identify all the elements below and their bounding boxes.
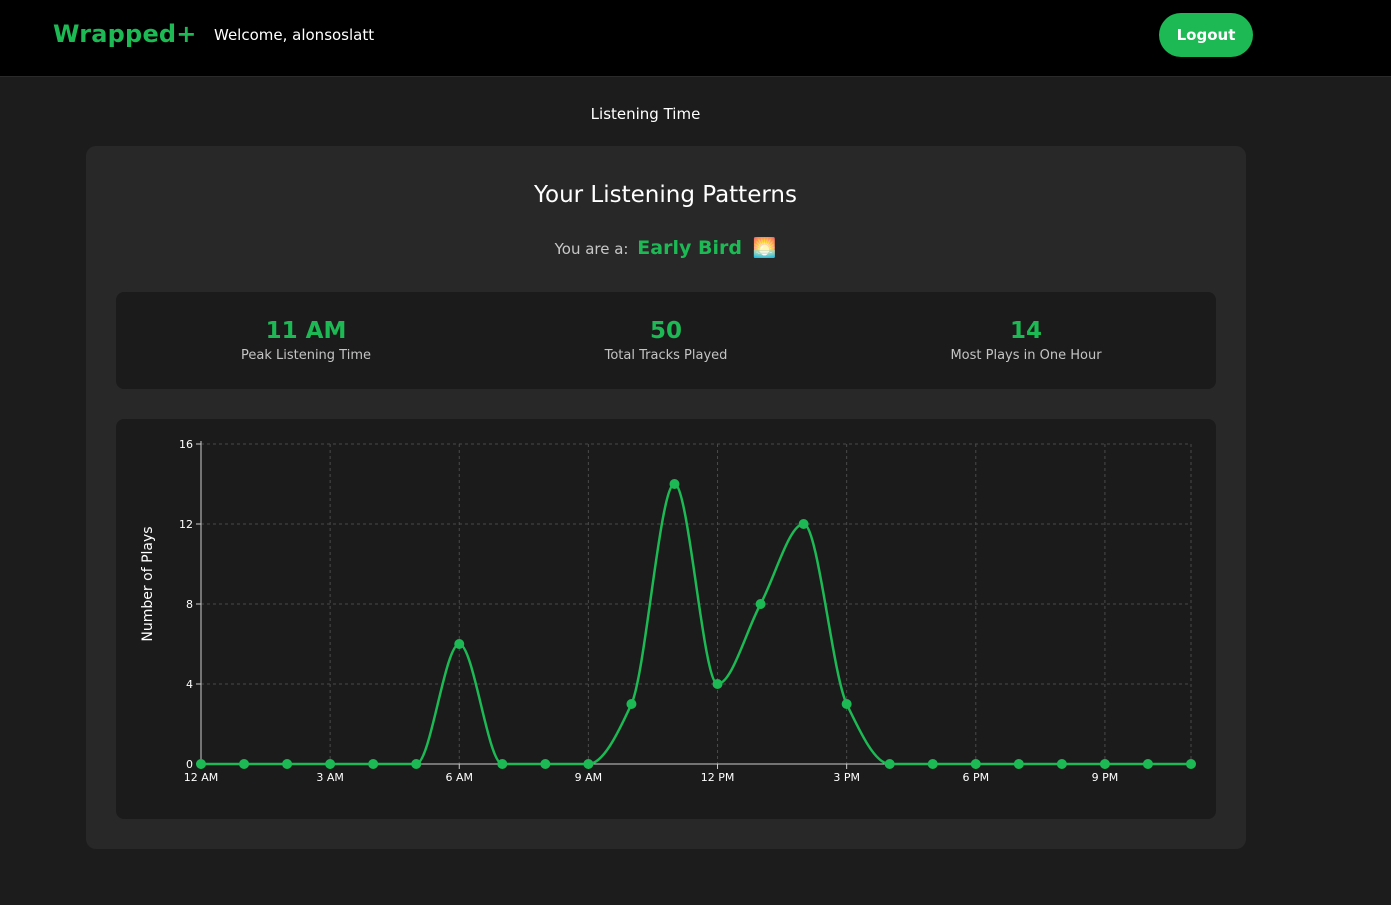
- stat-value: 14: [1009, 318, 1042, 344]
- data-point: [282, 759, 293, 769]
- data-point: [841, 699, 852, 709]
- y-axis-label: Number of Plays: [140, 526, 156, 641]
- x-tick-label: 12 AM: [184, 771, 219, 784]
- persona-type: Early Bird: [637, 237, 742, 259]
- x-tick-label: 9 PM: [1092, 771, 1119, 784]
- logout-button[interactable]: Logout: [1159, 13, 1253, 57]
- app-logo[interactable]: Wrapped+: [53, 20, 197, 48]
- top-nav-bar: Wrapped+ Welcome, alonsoslatt Logout: [0, 0, 1391, 77]
- y-tick-label: 8: [186, 598, 193, 611]
- data-point: [368, 759, 379, 769]
- data-point: [325, 759, 336, 769]
- stat-label: Total Tracks Played: [604, 348, 728, 363]
- stat-label: Most Plays in One Hour: [950, 348, 1102, 363]
- data-point: [798, 519, 809, 529]
- welcome-text: Welcome, alonsoslatt: [214, 26, 375, 44]
- data-point: [1056, 759, 1067, 769]
- x-tick-label: 12 PM: [701, 771, 735, 784]
- x-tick-label: 9 AM: [575, 771, 603, 784]
- data-point: [583, 759, 594, 769]
- data-point: [669, 479, 680, 489]
- stat-peak-time: 11 AM Peak Listening Time: [126, 316, 486, 363]
- data-point: [884, 759, 895, 769]
- stat-label: Peak Listening Time: [240, 348, 371, 363]
- data-point: [755, 599, 766, 609]
- data-point: [626, 699, 637, 709]
- x-tick-label: 6 AM: [446, 771, 474, 784]
- data-point: [927, 759, 938, 769]
- series-line-plays: [200, 482, 1191, 766]
- stat-total-tracks: 50 Total Tracks Played: [486, 316, 846, 363]
- section-label: Listening Time: [590, 105, 701, 123]
- x-tick-label: 3 PM: [833, 771, 860, 784]
- y-tick-label: 12: [179, 518, 193, 531]
- y-tick-label: 0: [186, 758, 193, 771]
- listening-time-chart: 0 4 8 12 16 12 AM 3 AM 6 AM 9 AM 12 PM 3 PM 6 PM 9 P…: [140, 438, 1196, 784]
- persona-prefix: You are a:: [554, 240, 629, 258]
- stat-value: 50: [649, 318, 682, 344]
- data-point: [540, 759, 551, 769]
- data-point: [1013, 759, 1024, 769]
- data-point: [239, 759, 250, 769]
- x-tick-label: 6 PM: [962, 771, 989, 784]
- data-point: [411, 759, 422, 769]
- y-tick-label: 4: [186, 678, 193, 691]
- stat-value: 11 AM: [265, 318, 347, 344]
- chart-panel: 0 4 8 12 16 12 AM 3 AM 6 AM 9 AM 12 PM 3 PM 6 PM 9 P…: [116, 419, 1216, 819]
- data-point: [196, 759, 206, 769]
- data-point: [1142, 759, 1153, 769]
- data-point: [497, 759, 508, 769]
- listener-persona: You are a: Early Bird 🌅: [0, 236, 1331, 259]
- data-point: [712, 679, 723, 689]
- sunrise-icon: 🌅: [752, 237, 777, 259]
- y-tick-label: 16: [179, 438, 193, 451]
- stats-panel: 11 AM Peak Listening Time 50 Total Track…: [116, 292, 1216, 389]
- data-point: [970, 759, 981, 769]
- x-tick-label: 3 AM: [316, 771, 344, 784]
- data-point: [1186, 759, 1196, 769]
- data-point: [1099, 759, 1110, 769]
- stat-most-plays: 14 Most Plays in One Hour: [846, 316, 1206, 363]
- data-point: [454, 639, 465, 649]
- card-title: Your Listening Patterns: [534, 182, 797, 208]
